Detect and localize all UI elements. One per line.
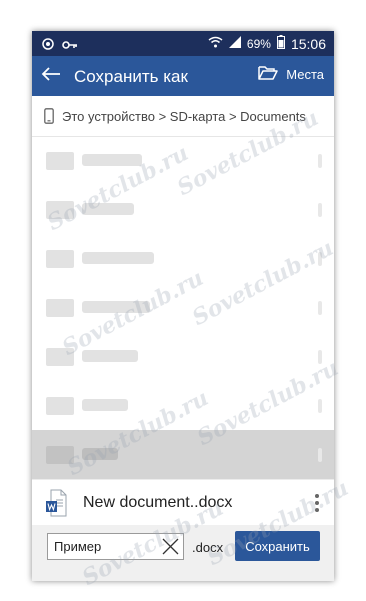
list-item-selected[interactable] [32,430,334,479]
filename-input[interactable] [48,534,170,559]
list-item-label [82,252,154,264]
list-item[interactable] [32,234,334,283]
status-bar: 69% 15:06 [32,31,334,56]
file-name: New document..docx [83,494,233,511]
more-vertical-icon[interactable] [318,154,322,168]
more-vertical-icon[interactable] [318,399,322,413]
close-icon[interactable] [161,537,180,556]
breadcrumb[interactable]: Это устройство > SD-карта > Documents [32,96,334,137]
back-arrow-icon [41,66,61,87]
more-vertical-icon[interactable] [318,252,322,266]
save-bar: .docx Сохранить [32,525,334,581]
notification-icon [42,37,54,55]
more-vertical-icon[interactable] [318,448,322,462]
list-item-label [82,154,142,166]
word-document-icon [45,489,67,517]
phone-device-icon [44,108,54,124]
more-vertical-icon[interactable] [318,203,322,217]
folder-icon [46,446,74,464]
more-vertical-icon[interactable] [318,301,322,315]
folder-icon [46,250,74,268]
battery-icon [276,35,285,52]
folder-icon [46,348,74,366]
places-button[interactable]: Места [258,65,324,84]
status-left [42,37,78,55]
save-button[interactable]: Сохранить [235,531,320,561]
extension-label: .docx [192,540,224,555]
signal-icon [228,36,241,51]
list-item-label [82,448,118,460]
list-item-label [82,399,128,411]
more-vertical-icon[interactable] [314,494,320,512]
app-bar: Сохранить как Места [32,56,334,96]
key-icon [62,37,78,55]
more-vertical-icon[interactable] [318,350,322,364]
page-title: Сохранить как [74,67,188,86]
folder-icon [46,397,74,415]
list-item[interactable] [32,136,334,185]
breadcrumb-path: Это устройство > SD-карта > Documents [62,108,306,124]
list-item[interactable] [32,185,334,234]
list-item[interactable] [32,332,334,381]
status-right: 69% 15:06 [208,35,326,52]
folder-open-icon [258,65,278,84]
back-button[interactable] [38,62,64,90]
wifi-icon [208,36,223,51]
folder-icon [46,201,74,219]
file-list-item[interactable]: New document..docx [32,479,334,526]
list-item[interactable] [32,381,334,430]
phone-screen: 69% 15:06 Сохранить как Места Это устрой… [32,31,334,581]
folder-icon [46,299,74,317]
list-item-label [82,203,134,215]
folder-list [32,136,334,479]
list-item[interactable] [32,283,334,332]
list-item-label [82,350,138,362]
list-item-label [82,301,150,313]
folder-icon [46,152,74,170]
clock: 15:06 [290,35,326,52]
filename-field[interactable] [47,533,184,560]
battery-percent: 69% [246,36,271,51]
places-label: Места [286,67,324,82]
